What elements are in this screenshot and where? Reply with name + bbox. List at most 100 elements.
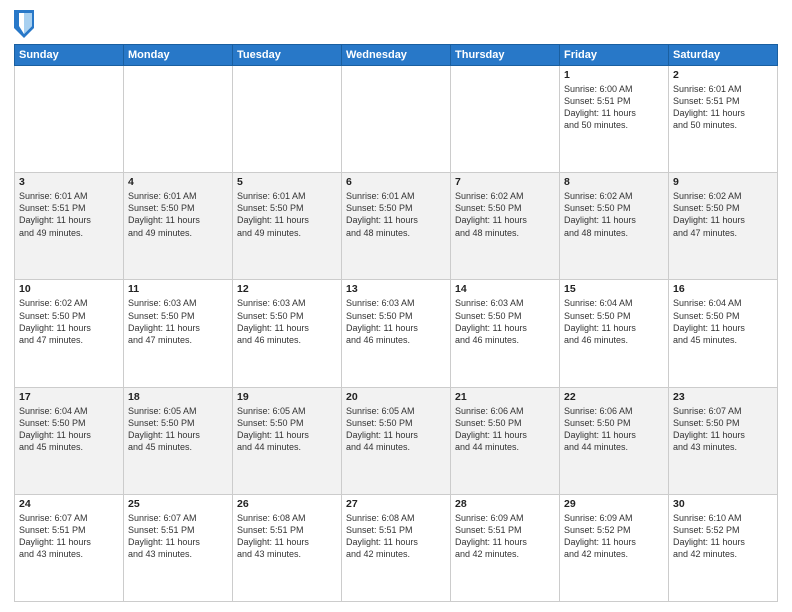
day-cell	[342, 66, 451, 173]
logo-icon	[14, 10, 34, 38]
day-number: 8	[564, 176, 664, 188]
day-cell: 9 Sunrise: 6:02 AM Sunset: 5:50 PM Daylig…	[669, 173, 778, 280]
day-cell: 26Sunrise: 6:08 AM Sunset: 5:51 PM Dayli…	[233, 494, 342, 601]
weekday-header-thursday: Thursday	[451, 45, 560, 66]
day-number: 9	[673, 176, 773, 188]
page: SundayMondayTuesdayWednesdayThursdayFrid…	[0, 0, 792, 612]
day-number: 29	[564, 498, 664, 510]
day-cell: 24 Sunrise: 6:07 AM Sunset: 5:51 PM Dayli…	[15, 494, 124, 601]
day-number: 19	[237, 391, 337, 403]
day-info: Sunrise: 6:07 AM Sunset: 5:50 PM Dayligh…	[673, 405, 773, 454]
day-cell	[451, 66, 560, 173]
day-cell: 11 Sunrise: 6:03 AM Sunset: 5:50 PM Dayli…	[124, 280, 233, 387]
day-number: 16	[673, 283, 773, 295]
day-info: Sunrise: 6:04 AM Sunset: 5:50 PM Dayligh…	[19, 405, 119, 454]
day-number: 23	[673, 391, 773, 403]
day-info: Sunrise: 6:05 AM Sunset: 5:50 PM Dayligh…	[128, 405, 228, 454]
week-row-1: 1Sunrise: 6:00 AM Sunset: 5:51 PM Daylig…	[15, 66, 778, 173]
day-cell: 28 Sunrise: 6:09 AM Sunset: 5:51 PM Dayli…	[451, 494, 560, 601]
weekday-header-tuesday: Tuesday	[233, 45, 342, 66]
day-cell: 13 Sunrise: 6:03 AM Sunset: 5:50 PM Dayli…	[342, 280, 451, 387]
day-cell: 6 Sunrise: 6:01 AM Sunset: 5:50 PM Daylig…	[342, 173, 451, 280]
day-info: Sunrise: 6:01 AM Sunset: 5:50 PM Dayligh…	[237, 190, 337, 239]
day-number: 2	[673, 69, 773, 81]
day-number: 6	[346, 176, 446, 188]
day-info: Sunrise: 6:10 AM Sunset: 5:52 PM Dayligh…	[673, 512, 773, 561]
day-info: Sunrise: 6:08 AM Sunset: 5:51 PM Dayligh…	[237, 512, 337, 561]
day-cell: 22 Sunrise: 6:06 AM Sunset: 5:50 PM Dayli…	[560, 387, 669, 494]
day-number: 13	[346, 283, 446, 295]
weekday-header-saturday: Saturday	[669, 45, 778, 66]
day-info: Sunrise: 6:01 AM Sunset: 5:50 PM Dayligh…	[128, 190, 228, 239]
day-info: Sunrise: 6:01 AM Sunset: 5:51 PM Dayligh…	[19, 190, 119, 239]
day-cell: 3 Sunrise: 6:01 AM Sunset: 5:51 PM Daylig…	[15, 173, 124, 280]
day-number: 10	[19, 283, 119, 295]
day-cell: 10 Sunrise: 6:02 AM Sunset: 5:50 PM Dayli…	[15, 280, 124, 387]
calendar: SundayMondayTuesdayWednesdayThursdayFrid…	[14, 44, 778, 602]
day-info: Sunrise: 6:02 AM Sunset: 5:50 PM Dayligh…	[673, 190, 773, 239]
day-number: 20	[346, 391, 446, 403]
day-info: Sunrise: 6:03 AM Sunset: 5:50 PM Dayligh…	[128, 297, 228, 346]
day-number: 17	[19, 391, 119, 403]
day-cell: 23 Sunrise: 6:07 AM Sunset: 5:50 PM Dayli…	[669, 387, 778, 494]
day-info: Sunrise: 6:07 AM Sunset: 5:51 PM Dayligh…	[19, 512, 119, 561]
day-cell: 7 Sunrise: 6:02 AM Sunset: 5:50 PM Daylig…	[451, 173, 560, 280]
day-info: Sunrise: 6:03 AM Sunset: 5:50 PM Dayligh…	[346, 297, 446, 346]
day-number: 3	[19, 176, 119, 188]
day-cell: 21 Sunrise: 6:06 AM Sunset: 5:50 PM Dayli…	[451, 387, 560, 494]
weekday-header-wednesday: Wednesday	[342, 45, 451, 66]
weekday-header-friday: Friday	[560, 45, 669, 66]
week-row-5: 24 Sunrise: 6:07 AM Sunset: 5:51 PM Dayli…	[15, 494, 778, 601]
day-info: Sunrise: 6:07 AM Sunset: 5:51 PM Dayligh…	[128, 512, 228, 561]
day-info: Sunrise: 6:04 AM Sunset: 5:50 PM Dayligh…	[673, 297, 773, 346]
day-cell: 4 Sunrise: 6:01 AM Sunset: 5:50 PM Daylig…	[124, 173, 233, 280]
day-cell: 2 Sunrise: 6:01 AM Sunset: 5:51 PM Daylig…	[669, 66, 778, 173]
day-info: Sunrise: 6:03 AM Sunset: 5:50 PM Dayligh…	[237, 297, 337, 346]
day-number: 7	[455, 176, 555, 188]
day-info: Sunrise: 6:06 AM Sunset: 5:50 PM Dayligh…	[455, 405, 555, 454]
day-number: 21	[455, 391, 555, 403]
day-cell: 20 Sunrise: 6:05 AM Sunset: 5:50 PM Dayli…	[342, 387, 451, 494]
day-cell: 27 Sunrise: 6:08 AM Sunset: 5:51 PM Dayli…	[342, 494, 451, 601]
day-cell: 12Sunrise: 6:03 AM Sunset: 5:50 PM Dayli…	[233, 280, 342, 387]
day-info: Sunrise: 6:02 AM Sunset: 5:50 PM Dayligh…	[455, 190, 555, 239]
day-info: Sunrise: 6:05 AM Sunset: 5:50 PM Dayligh…	[346, 405, 446, 454]
day-info: Sunrise: 6:01 AM Sunset: 5:51 PM Dayligh…	[673, 83, 773, 132]
day-cell	[233, 66, 342, 173]
day-number: 30	[673, 498, 773, 510]
day-number: 25	[128, 498, 228, 510]
day-number: 22	[564, 391, 664, 403]
weekday-header-row: SundayMondayTuesdayWednesdayThursdayFrid…	[15, 45, 778, 66]
day-number: 11	[128, 283, 228, 295]
day-cell	[15, 66, 124, 173]
day-number: 4	[128, 176, 228, 188]
day-cell: 17 Sunrise: 6:04 AM Sunset: 5:50 PM Dayli…	[15, 387, 124, 494]
day-number: 28	[455, 498, 555, 510]
logo	[14, 10, 38, 38]
day-cell: 8Sunrise: 6:02 AM Sunset: 5:50 PM Daylig…	[560, 173, 669, 280]
day-info: Sunrise: 6:03 AM Sunset: 5:50 PM Dayligh…	[455, 297, 555, 346]
header	[14, 10, 778, 38]
week-row-4: 17 Sunrise: 6:04 AM Sunset: 5:50 PM Dayli…	[15, 387, 778, 494]
day-cell: 19Sunrise: 6:05 AM Sunset: 5:50 PM Dayli…	[233, 387, 342, 494]
day-number: 24	[19, 498, 119, 510]
day-number: 14	[455, 283, 555, 295]
day-info: Sunrise: 6:04 AM Sunset: 5:50 PM Dayligh…	[564, 297, 664, 346]
day-cell: 18 Sunrise: 6:05 AM Sunset: 5:50 PM Dayli…	[124, 387, 233, 494]
day-info: Sunrise: 6:02 AM Sunset: 5:50 PM Dayligh…	[19, 297, 119, 346]
weekday-header-monday: Monday	[124, 45, 233, 66]
day-number: 18	[128, 391, 228, 403]
week-row-2: 3 Sunrise: 6:01 AM Sunset: 5:51 PM Daylig…	[15, 173, 778, 280]
day-cell: 1Sunrise: 6:00 AM Sunset: 5:51 PM Daylig…	[560, 66, 669, 173]
day-info: Sunrise: 6:08 AM Sunset: 5:51 PM Dayligh…	[346, 512, 446, 561]
day-number: 5	[237, 176, 337, 188]
day-info: Sunrise: 6:09 AM Sunset: 5:51 PM Dayligh…	[455, 512, 555, 561]
day-number: 27	[346, 498, 446, 510]
day-cell: 16 Sunrise: 6:04 AM Sunset: 5:50 PM Dayli…	[669, 280, 778, 387]
day-number: 15	[564, 283, 664, 295]
day-info: Sunrise: 6:01 AM Sunset: 5:50 PM Dayligh…	[346, 190, 446, 239]
day-cell: 15 Sunrise: 6:04 AM Sunset: 5:50 PM Dayli…	[560, 280, 669, 387]
day-info: Sunrise: 6:06 AM Sunset: 5:50 PM Dayligh…	[564, 405, 664, 454]
day-cell: 25 Sunrise: 6:07 AM Sunset: 5:51 PM Dayli…	[124, 494, 233, 601]
day-cell	[124, 66, 233, 173]
